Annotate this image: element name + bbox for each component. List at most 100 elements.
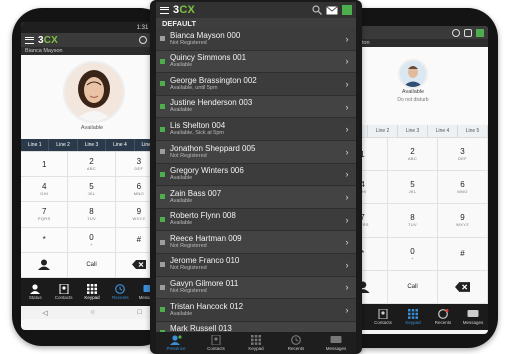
line-key[interactable]: Line 5	[458, 125, 488, 137]
avatar[interactable]	[398, 59, 428, 89]
digit: 5	[410, 180, 415, 190]
digit: 6	[136, 182, 142, 192]
contact-row[interactable]: Lis Shelton 004 Available, Sick at 5pm ›	[156, 118, 356, 141]
chevron-right-icon[interactable]: ›	[342, 237, 352, 247]
nav-status[interactable]: Status	[21, 278, 49, 306]
search-icon[interactable]	[452, 28, 460, 37]
avatar[interactable]	[63, 61, 125, 123]
contact-row[interactable]: Reece Hartman 009 Not Registered ›	[156, 231, 356, 254]
dial-key-1[interactable]: 1	[21, 152, 69, 178]
letters: MNO	[133, 191, 144, 197]
nav-recents[interactable]: Recents	[276, 332, 316, 354]
contacts-icon	[59, 284, 69, 294]
mail-icon[interactable]	[326, 5, 338, 15]
contact-row[interactable]: Zain Bass 007 Available ›	[156, 186, 356, 209]
dial-key-2[interactable]: 2 ABC	[388, 138, 438, 172]
dial-key-5[interactable]: 5 JKL	[68, 177, 116, 203]
dial-key-2[interactable]: 2 ABC	[68, 152, 116, 178]
call-button[interactable]: Call	[68, 252, 116, 278]
dial-key-8[interactable]: 8 TUV	[388, 204, 438, 238]
presence-status[interactable]: Available	[21, 125, 163, 131]
contact-row[interactable]: Tristan Hancock 012 Available ›	[156, 299, 356, 322]
search-icon[interactable]	[139, 36, 147, 44]
chevron-right-icon[interactable]: ›	[342, 192, 352, 202]
presence-dot-icon	[160, 149, 165, 155]
contact-row[interactable]: Roberto Flynn 008 Available ›	[156, 208, 356, 232]
nav-label: Contacts	[207, 346, 225, 351]
nav-keypad[interactable]: Keypad	[398, 304, 428, 330]
chevron-right-icon[interactable]: ›	[342, 79, 352, 89]
left-phone-screen: 1:31 PM 3CX Bianca Mayson Available Line…	[21, 22, 163, 330]
digit: 0	[410, 246, 415, 256]
nav-contacts[interactable]: Contacts	[368, 304, 398, 330]
nav-presence[interactable]: Presence	[156, 332, 196, 354]
digit: 7	[41, 207, 47, 217]
line-key[interactable]: Line 3	[78, 139, 107, 151]
dial-key-7[interactable]: 7 PQRS	[21, 202, 69, 228]
person-icon	[38, 259, 51, 271]
dial-key-0[interactable]: 0 +	[68, 227, 116, 253]
nav-keypad[interactable]: Keypad	[236, 332, 276, 354]
dial-key-8[interactable]: 8 TUV	[68, 202, 116, 228]
nav-label: Presence	[166, 346, 186, 351]
line-key[interactable]: Line 3	[398, 125, 428, 137]
chevron-right-icon[interactable]: ›	[342, 260, 352, 270]
search-icon[interactable]	[312, 5, 322, 15]
contact-row[interactable]: George Brassington 002 Available, until 5…	[156, 73, 356, 96]
chevron-right-icon[interactable]: ›	[342, 305, 352, 315]
chevron-right-icon[interactable]: ›	[342, 215, 352, 225]
line-key[interactable]: Line 1	[21, 139, 50, 151]
contact-row[interactable]: Bianca Mayson 000 Not Registered ›	[156, 28, 356, 51]
nav-label: Keypad	[405, 320, 421, 325]
line-key[interactable]: Line 2	[49, 139, 78, 151]
contact-row[interactable]: Justine Henderson 003 Available ›	[156, 95, 356, 119]
nav-keypad[interactable]: Keypad	[78, 278, 106, 306]
nav-contacts[interactable]: Contacts	[49, 278, 77, 306]
system-nav-bar: ◁ ○ □	[21, 306, 163, 319]
nav-recents[interactable]: Recents	[106, 278, 134, 306]
presence-dot-icon	[160, 126, 165, 132]
chevron-right-icon[interactable]: ›	[342, 102, 352, 112]
contact-row[interactable]: Gregory Winters 006 Available ›	[156, 163, 356, 187]
contacts-button[interactable]	[21, 252, 69, 278]
digit: #	[136, 235, 142, 245]
chevron-right-icon[interactable]: ›	[342, 169, 352, 179]
dial-key-hash[interactable]: #	[438, 237, 488, 271]
contact-status: Available	[170, 197, 193, 204]
call-button[interactable]: Call	[388, 270, 438, 304]
dial-key-3[interactable]: 3 DEF	[438, 138, 488, 172]
contact-row[interactable]: Quincy Simmons 001 Available ›	[156, 50, 356, 74]
back-icon[interactable]: ◁	[42, 309, 47, 317]
contact-text: Justine Henderson 003 Available	[170, 99, 342, 114]
backspace-button[interactable]	[438, 270, 488, 304]
mail-icon[interactable]	[464, 28, 472, 37]
dial-key-0[interactable]: 0 +	[388, 237, 438, 271]
presence-dot-icon	[160, 171, 165, 177]
dial-key-9[interactable]: 9 WXYZ	[438, 204, 488, 238]
dial-key-star[interactable]: *	[21, 227, 69, 253]
line-key[interactable]: Line 4	[428, 125, 458, 137]
chevron-right-icon[interactable]: ›	[342, 147, 352, 157]
line-key[interactable]: Line 2	[368, 125, 398, 137]
nav-recents[interactable]: Recents	[428, 304, 458, 330]
overview-icon[interactable]: □	[137, 309, 141, 316]
home-icon[interactable]: ○	[90, 309, 94, 316]
dial-key-4[interactable]: 4 GHI	[21, 177, 69, 203]
chevron-right-icon[interactable]: ›	[342, 124, 352, 134]
chevron-right-icon[interactable]: ›	[342, 282, 352, 292]
contact-text: Reece Hartman 009 Not Registered	[170, 234, 342, 250]
menu-icon[interactable]	[25, 36, 34, 44]
line-key[interactable]: Line 4	[106, 139, 135, 151]
nav-contacts[interactable]: Contacts	[196, 332, 236, 354]
nav-messages[interactable]: Messages	[316, 332, 356, 354]
contact-row[interactable]: Gavyn Gilmore 011 Not Registered ›	[156, 276, 356, 300]
chevron-right-icon[interactable]: ›	[342, 56, 352, 66]
contact-row[interactable]: Jonathon Sheppard 005 Not Registered ›	[156, 140, 356, 164]
nav-messages[interactable]: Messages	[458, 304, 488, 330]
dial-key-6[interactable]: 6 MNO	[438, 171, 488, 205]
dial-key-5[interactable]: 5 JKL	[388, 171, 438, 205]
contact-row[interactable]: Jerome Franco 010 Not Registered ›	[156, 253, 356, 277]
bottom-nav: Presence Contacts Keypad Recents Message…	[156, 332, 356, 354]
chevron-right-icon[interactable]: ›	[342, 34, 352, 44]
menu-icon[interactable]	[160, 6, 169, 14]
